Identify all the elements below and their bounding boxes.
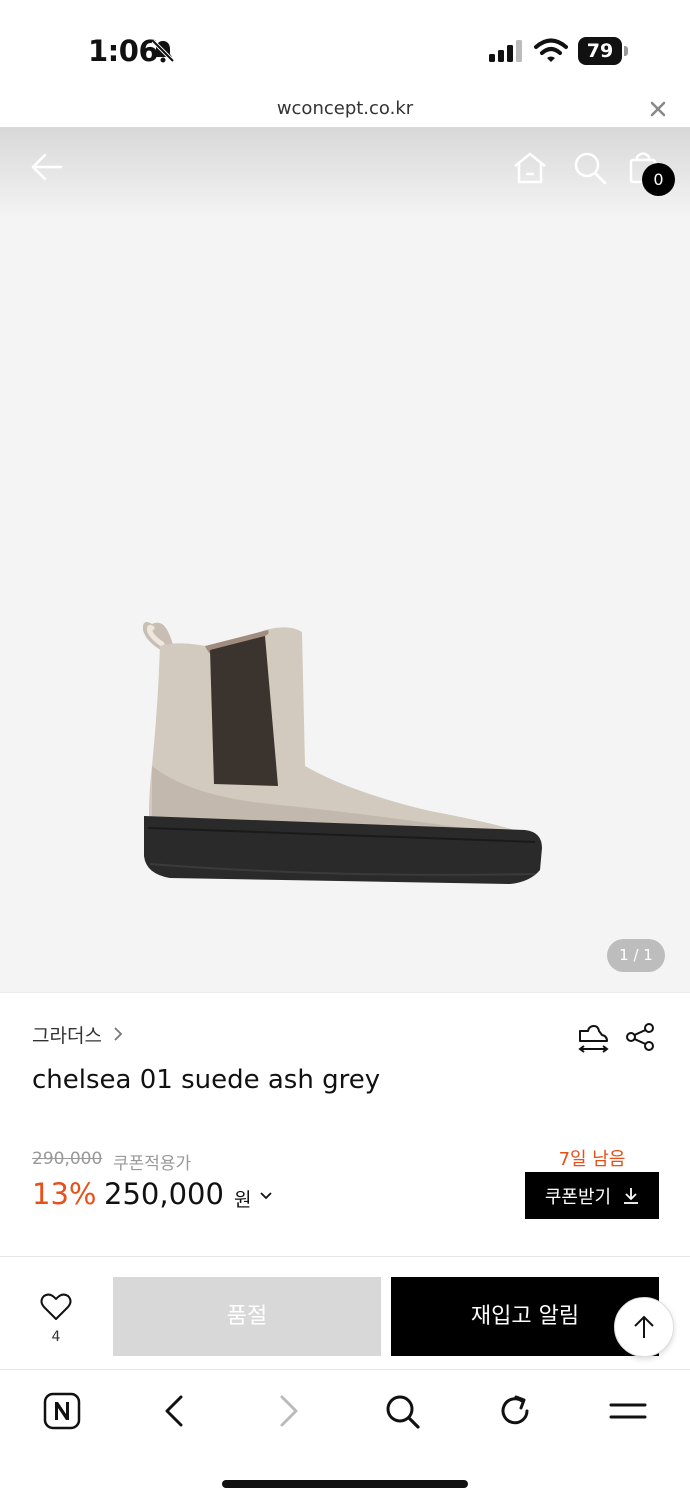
original-price: 290,000 bbox=[32, 1149, 103, 1169]
search-icon[interactable] bbox=[572, 150, 608, 186]
brand-link[interactable]: 그라더스 bbox=[32, 1021, 102, 1048]
url-text[interactable]: wconcept.co.kr bbox=[0, 98, 690, 119]
size-guide-icon[interactable] bbox=[576, 1021, 610, 1055]
cart-count-badge: 0 bbox=[642, 163, 675, 196]
bell-slash-icon bbox=[151, 39, 175, 63]
url-bar[interactable]: wconcept.co.kr bbox=[0, 90, 690, 128]
browser-toolbar bbox=[0, 1371, 690, 1500]
like-count: 4 bbox=[51, 1329, 61, 1345]
get-coupon-label: 쿠폰받기 bbox=[544, 1186, 612, 1208]
status-bar: 1:06 79 bbox=[0, 0, 690, 96]
product-gallery[interactable]: 0 1 / 1 bbox=[0, 128, 690, 992]
sale-price: 250,000 bbox=[104, 1177, 224, 1211]
signal-icon bbox=[489, 40, 522, 62]
soldout-button[interactable]: 품절 bbox=[113, 1277, 381, 1356]
wifi-icon bbox=[534, 38, 568, 62]
home-icon[interactable] bbox=[512, 150, 548, 186]
arrow-up-icon bbox=[634, 1315, 654, 1338]
forward-icon[interactable] bbox=[268, 1391, 308, 1431]
coupon-price-label: 쿠폰적용가 bbox=[113, 1154, 192, 1174]
back-icon[interactable] bbox=[155, 1391, 195, 1431]
get-coupon-button[interactable]: 쿠폰받기 bbox=[525, 1172, 659, 1219]
refresh-icon[interactable] bbox=[495, 1391, 535, 1431]
home-indicator[interactable] bbox=[222, 1480, 468, 1488]
battery-level: 79 bbox=[578, 37, 622, 65]
product-info: 그라더스 chelsea 01 suede ash grey 290,000 쿠… bbox=[0, 992, 690, 1256]
chevron-down-icon[interactable] bbox=[259, 1191, 273, 1201]
scroll-to-top-button[interactable] bbox=[614, 1297, 674, 1357]
back-arrow-icon[interactable] bbox=[30, 150, 64, 184]
coupon-days-left: 7일 남음 bbox=[558, 1149, 626, 1170]
currency-unit: 원 bbox=[234, 1189, 252, 1211]
product-image bbox=[142, 622, 542, 884]
menu-icon[interactable] bbox=[608, 1391, 648, 1431]
download-icon bbox=[624, 1187, 639, 1204]
heart-icon[interactable] bbox=[40, 1293, 72, 1321]
battery-tip bbox=[624, 46, 628, 56]
search-icon[interactable] bbox=[382, 1391, 422, 1431]
image-counter: 1 / 1 bbox=[607, 939, 665, 972]
discount-rate: 13% bbox=[32, 1177, 97, 1211]
share-icon[interactable] bbox=[624, 1021, 656, 1053]
naver-icon[interactable] bbox=[42, 1391, 82, 1431]
chevron-right-icon[interactable] bbox=[112, 1025, 124, 1043]
battery-icon: 79 bbox=[578, 37, 628, 65]
product-title: chelsea 01 suede ash grey bbox=[32, 1065, 381, 1095]
purchase-action-bar: 4 품절 재입고 알림 bbox=[0, 1256, 690, 1370]
close-icon[interactable] bbox=[648, 99, 668, 119]
status-time: 1:06 bbox=[88, 34, 159, 68]
